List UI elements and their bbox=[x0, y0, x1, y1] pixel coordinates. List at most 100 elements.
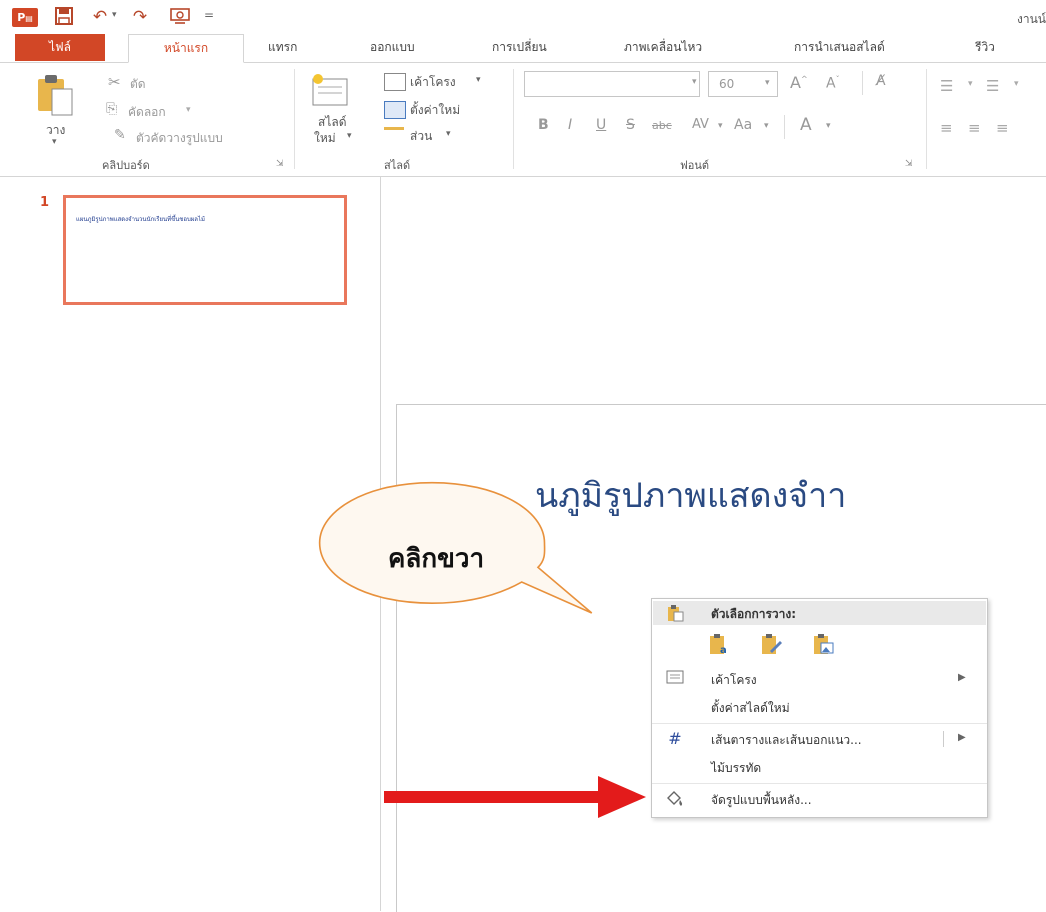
document-title: งานน์ bbox=[1016, 12, 1046, 26]
font-name-dropdown-icon[interactable]: ▾ bbox=[692, 77, 697, 87]
redo-icon[interactable]: ↷ bbox=[128, 6, 152, 28]
copy-icon[interactable]: ⎘ bbox=[106, 101, 117, 117]
menu-item-grid-guides[interactable]: # เส้นตารางและเส้นบอกแนว... ▶ bbox=[653, 727, 986, 751]
customize-toolbar-icon[interactable]: = bbox=[204, 8, 214, 22]
align-right-icon[interactable]: ≡ bbox=[996, 119, 1009, 137]
shrink-font-icon[interactable]: Aˇ bbox=[826, 75, 840, 92]
reset-button[interactable]: ตั้งค่าใหม่ bbox=[410, 101, 460, 120]
font-color-dropdown-icon[interactable]: ▾ bbox=[826, 121, 831, 131]
paste-icon bbox=[665, 604, 685, 622]
paste-icon[interactable] bbox=[36, 73, 76, 117]
menu-item-reset-slide[interactable]: ตั้งค่าสไลด์ใหม่ bbox=[653, 695, 986, 719]
ribbon-tabs: ไฟล์ หน้าแรก แทรก ออกแบบ การเปลี่ยน ภาพเ… bbox=[0, 34, 1046, 63]
menu-item-layout[interactable]: เค้าโครง ▶ bbox=[653, 667, 986, 691]
underline-button[interactable]: U bbox=[596, 117, 606, 133]
numbering-icon[interactable]: ☰ bbox=[986, 77, 999, 95]
change-case-button[interactable]: Aa bbox=[734, 117, 752, 133]
menu-item-ruler-label: ไม้บรรทัด bbox=[711, 761, 762, 775]
font-name-box[interactable] bbox=[524, 71, 700, 97]
menu-item-reset-slide-label: ตั้งค่าสไลด์ใหม่ bbox=[711, 701, 790, 715]
layout-icon[interactable] bbox=[384, 73, 406, 91]
tab-design[interactable]: ออกแบบ bbox=[370, 34, 415, 61]
format-painter-button[interactable]: ตัวคัดวางรูปแบบ bbox=[136, 129, 223, 148]
slides-group-label: สไลด์ bbox=[384, 159, 411, 172]
menu-item-grid-guides-label: เส้นตารางและเส้นบอกแนว... bbox=[711, 733, 862, 747]
tab-file[interactable]: ไฟล์ bbox=[15, 34, 105, 61]
slide-thumbnail[interactable]: แผนภูมิรูปภาพแสดงจำนวนนักเรียนที่ขึ้นชอบ… bbox=[63, 195, 347, 305]
ribbon-separator bbox=[294, 69, 295, 169]
paste-dropdown-icon[interactable]: ▾ bbox=[52, 137, 57, 147]
font-group-label: ฟอนต์ bbox=[680, 159, 710, 172]
font-color-button[interactable]: A bbox=[800, 115, 812, 135]
cut-button[interactable]: ตัด bbox=[130, 75, 146, 94]
tab-insert[interactable]: แทรก bbox=[268, 34, 297, 61]
italic-button[interactable]: I bbox=[568, 117, 572, 133]
paste-picture-icon[interactable] bbox=[812, 633, 834, 659]
font-size-value: 60 bbox=[719, 77, 735, 91]
bullets-dropdown-icon[interactable]: ▾ bbox=[968, 79, 973, 89]
copy-dropdown-icon[interactable]: ▾ bbox=[186, 105, 191, 115]
font-launcher-icon[interactable]: ⇲ bbox=[905, 159, 913, 169]
align-center-icon[interactable]: ≡ bbox=[968, 119, 981, 137]
menu-item-format-background[interactable]: จัดรูปแบบพื้นหลัง... bbox=[653, 787, 986, 811]
context-menu: ตัวเลือกการวาง: a เค้าโครง ▶ ตั้งค่าสไลด… bbox=[651, 598, 988, 818]
paste-options-label: ตัวเลือกการวาง: bbox=[711, 607, 797, 621]
numbering-dropdown-icon[interactable]: ▾ bbox=[1014, 79, 1019, 89]
clear-formatting-icon[interactable]: A̸ bbox=[876, 73, 886, 89]
layout-dropdown-icon[interactable]: ▾ bbox=[476, 75, 481, 85]
section-dropdown-icon[interactable]: ▾ bbox=[446, 129, 451, 139]
font-size-box[interactable]: 60 ▾ bbox=[708, 71, 778, 97]
menu-separator bbox=[652, 723, 987, 724]
clipboard-group-label: คลิปบอร์ด bbox=[102, 159, 150, 172]
strikethrough-button[interactable]: abc bbox=[652, 119, 672, 132]
grid-icon: # bbox=[668, 729, 682, 748]
layout-icon bbox=[665, 670, 685, 688]
shadow-s-button[interactable]: S bbox=[626, 117, 635, 133]
tab-animations[interactable]: ภาพเคลื่อนไหว bbox=[624, 34, 702, 61]
submenu-arrow-icon: ▶ bbox=[958, 672, 966, 683]
bullets-icon[interactable]: ☰ bbox=[940, 77, 953, 95]
change-case-dropdown-icon[interactable]: ▾ bbox=[764, 121, 769, 131]
callout-text: คลิกขวา bbox=[388, 544, 485, 574]
tab-slideshow[interactable]: การนำเสนอสไลด์ bbox=[794, 34, 885, 61]
font-size-dropdown-icon[interactable]: ▾ bbox=[765, 78, 770, 88]
section-button[interactable]: ส่วน bbox=[410, 127, 432, 146]
reset-icon[interactable] bbox=[384, 101, 406, 119]
cut-icon[interactable]: ✂ bbox=[108, 73, 121, 91]
menu-item-ruler[interactable]: ไม้บรรทัด bbox=[653, 755, 986, 779]
undo-dropdown-icon[interactable]: ▾ bbox=[112, 10, 117, 20]
tab-home[interactable]: หน้าแรก bbox=[128, 34, 244, 63]
layout-button[interactable]: เค้าโครง bbox=[410, 73, 456, 92]
character-spacing-button[interactable]: AV bbox=[692, 117, 709, 132]
submenu-divider bbox=[943, 731, 944, 747]
tab-review[interactable]: รีวิว bbox=[975, 34, 995, 61]
paste-use-destination-theme-icon[interactable]: a bbox=[708, 633, 730, 659]
clipboard-launcher-icon[interactable]: ⇲ bbox=[276, 159, 284, 169]
start-slideshow-icon[interactable] bbox=[168, 6, 192, 28]
new-slide-icon[interactable] bbox=[310, 73, 350, 109]
thumbnail-title-text: แผนภูมิรูปภาพแสดงจำนวนนักเรียนที่ขึ้นชอบ… bbox=[76, 216, 205, 223]
character-spacing-dropdown-icon[interactable]: ▾ bbox=[718, 121, 723, 131]
paste-options-header: ตัวเลือกการวาง: bbox=[653, 601, 986, 625]
submenu-arrow-icon[interactable]: ▶ bbox=[958, 732, 966, 743]
thumbnail-slide-number: 1 bbox=[40, 195, 50, 210]
red-arrow-annotation bbox=[384, 776, 646, 818]
format-painter-icon[interactable]: ✎ bbox=[114, 127, 126, 143]
align-left-icon[interactable]: ≡ bbox=[940, 119, 953, 137]
paste-keep-source-formatting-icon[interactable] bbox=[760, 633, 782, 659]
quick-access-toolbar: P▤ ↶ ▾ ↷ = งานน์ bbox=[0, 0, 1046, 34]
section-icon[interactable] bbox=[384, 127, 404, 146]
grow-font-icon[interactable]: A^ bbox=[790, 73, 808, 92]
ribbon-separator bbox=[784, 115, 785, 139]
tab-transitions[interactable]: การเปลี่ยน bbox=[492, 34, 547, 61]
ribbon: วาง ▾ ✂ ตัด ⎘ คัดลอก ▾ ✎ ตัวคัดวางรูปแบบ… bbox=[0, 63, 1046, 177]
svg-text:a: a bbox=[720, 645, 727, 655]
new-slide-dropdown-icon[interactable]: ▾ bbox=[347, 131, 352, 141]
ribbon-separator bbox=[513, 69, 514, 169]
copy-button[interactable]: คัดลอก bbox=[128, 103, 166, 122]
undo-icon[interactable]: ↶ bbox=[88, 6, 112, 28]
new-slide-label-2[interactable]: ใหม่ bbox=[314, 129, 336, 148]
ribbon-separator bbox=[862, 71, 863, 95]
save-icon[interactable] bbox=[52, 6, 76, 28]
bold-button[interactable]: B bbox=[538, 117, 549, 133]
